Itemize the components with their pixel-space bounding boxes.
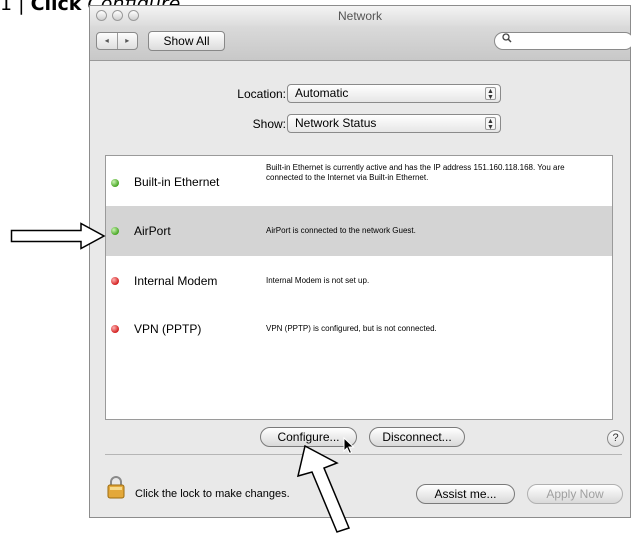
toolbar: ◂ ▸ Show All <box>90 26 631 61</box>
service-row-vpn-pptp[interactable]: VPN (PPTP) VPN (PPTP) is configured, but… <box>106 306 612 356</box>
apply-now-button[interactable]: Apply Now <box>527 484 623 504</box>
search-field[interactable] <box>494 32 631 50</box>
service-description: Built-in Ethernet is currently active an… <box>266 163 565 182</box>
network-window: Network ◂ ▸ Show All Location: Automatic… <box>89 5 631 518</box>
title-bar: Network <box>90 6 630 26</box>
location-value: Automatic <box>295 86 349 100</box>
arrow-up-icon <box>296 445 351 533</box>
arrow-right-icon <box>10 222 106 250</box>
show-popup[interactable]: Network Status ▲ ▼ <box>287 114 501 133</box>
service-row-built-in-ethernet[interactable]: Built-in Ethernet Built-in Ethernet is c… <box>106 156 612 206</box>
show-all-button[interactable]: Show All <box>148 31 225 51</box>
divider <box>105 454 622 455</box>
help-button[interactable]: ? <box>607 430 624 447</box>
location-popup[interactable]: Automatic ▲ ▼ <box>287 84 501 103</box>
disconnect-button[interactable]: Disconnect... <box>369 427 465 447</box>
popup-arrows-icon: ▲ ▼ <box>485 117 496 131</box>
service-description: Internal Modem is not set up. <box>266 276 370 285</box>
caption-bold: Click <box>30 0 82 15</box>
caption-step: 1 | <box>0 0 25 15</box>
lock-icon[interactable] <box>107 475 125 504</box>
service-description: VPN (PPTP) is configured, but is not con… <box>266 324 437 333</box>
service-name: Internal Modem <box>134 274 218 288</box>
back-icon[interactable]: ◂ <box>97 33 117 49</box>
service-name: Built-in Ethernet <box>134 175 220 189</box>
location-label: Location: <box>237 87 286 101</box>
status-red-icon <box>111 325 119 333</box>
service-row-airport[interactable]: AirPort AirPort is connected to the netw… <box>106 206 612 256</box>
service-description: AirPort is connected to the network Gues… <box>266 226 416 235</box>
back-forward-control[interactable]: ◂ ▸ <box>96 32 138 50</box>
service-name: VPN (PPTP) <box>134 322 202 336</box>
lock-message: Click the lock to make changes. <box>135 488 290 500</box>
show-value: Network Status <box>295 116 377 130</box>
show-label: Show: <box>252 117 286 131</box>
search-icon <box>502 33 512 46</box>
window-title: Network <box>337 9 382 23</box>
service-name: AirPort <box>134 224 171 238</box>
status-green-icon <box>111 227 119 235</box>
popup-arrows-icon: ▲ ▼ <box>485 87 496 101</box>
status-green-icon <box>111 179 119 187</box>
service-list: Built-in Ethernet Built-in Ethernet is c… <box>105 155 613 420</box>
forward-icon[interactable]: ▸ <box>116 33 138 49</box>
assist-me-button[interactable]: Assist me... <box>416 484 515 504</box>
status-red-icon <box>111 277 119 285</box>
service-row-internal-modem[interactable]: Internal Modem Internal Modem is not set… <box>106 256 612 306</box>
